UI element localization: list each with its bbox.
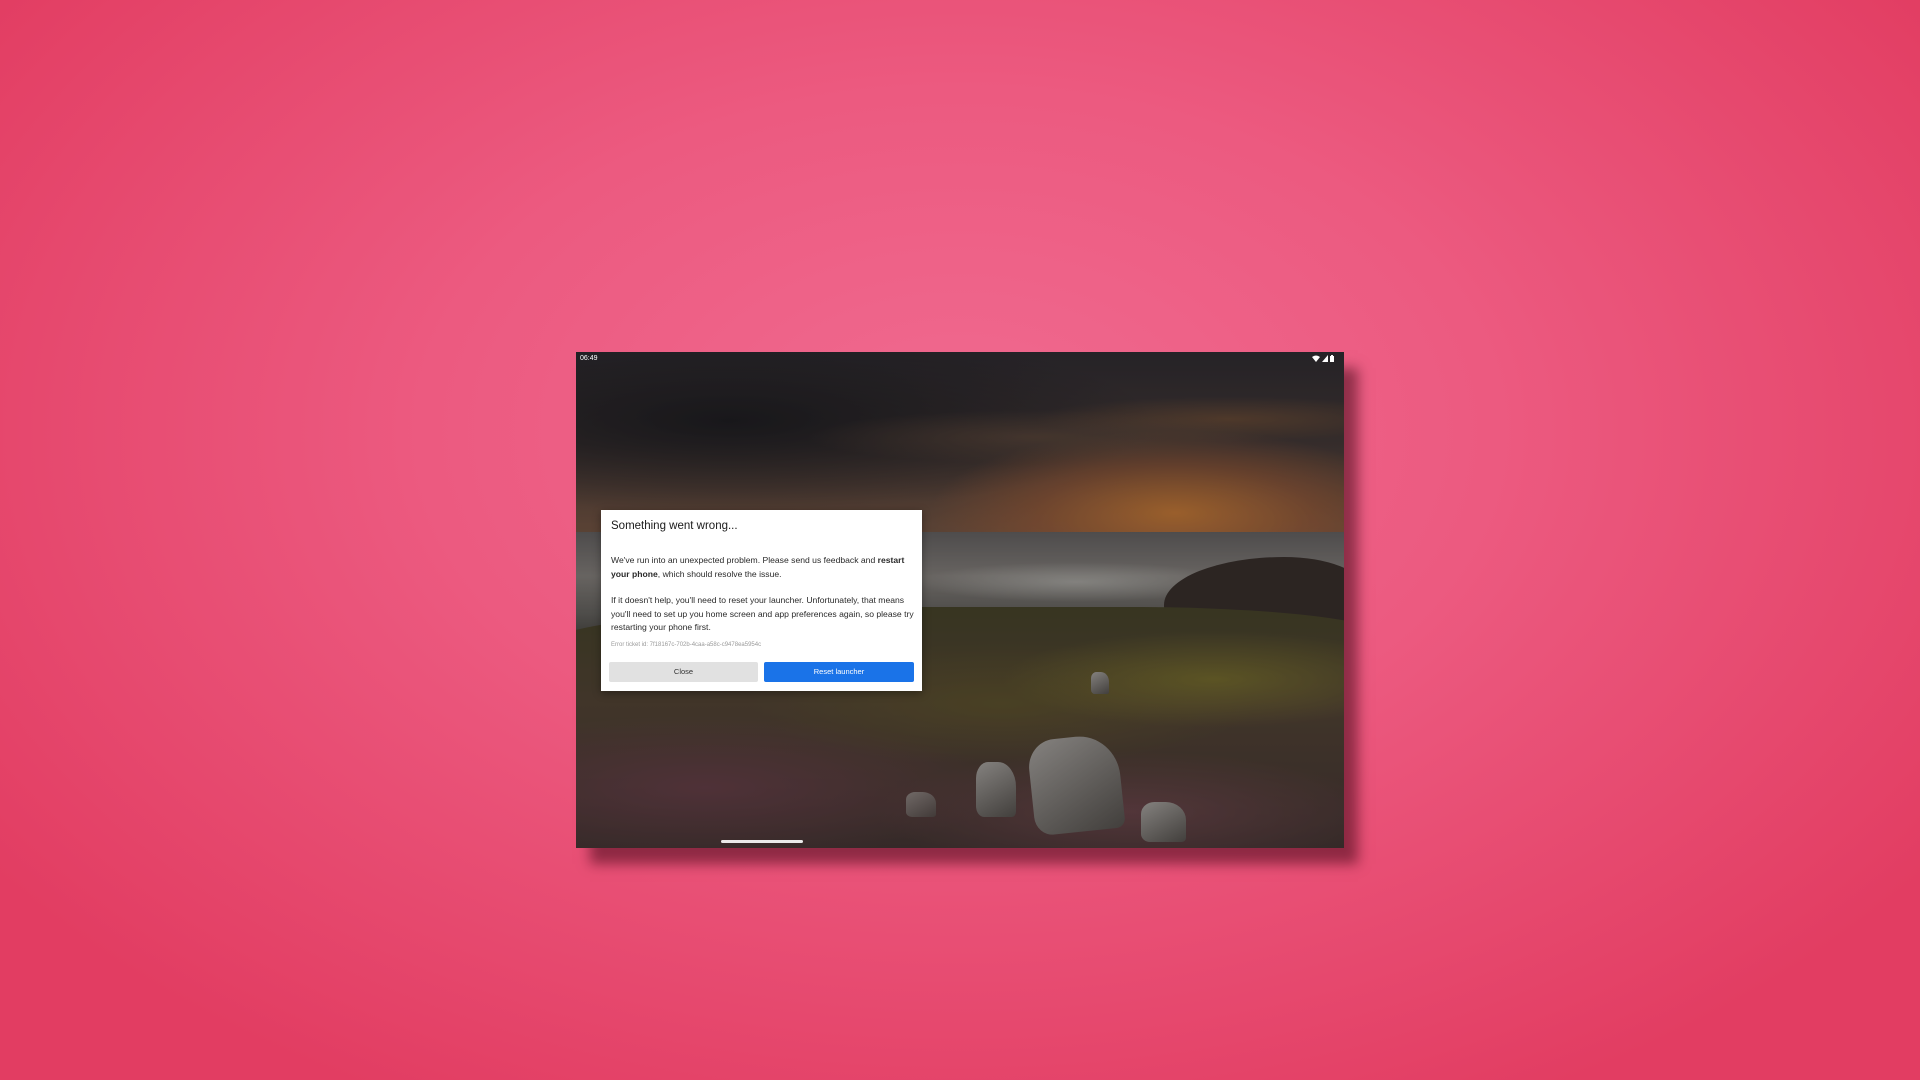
dialog-reset-explanation: If it doesn't help, you'll need to reset… — [611, 595, 914, 632]
tablet-screenshot: 06:49 Something went wrong... We've run … — [576, 352, 1344, 848]
error-dialog: Something went wrong... We've run into a… — [601, 510, 922, 691]
reset-launcher-button[interactable]: Reset launcher — [764, 662, 914, 682]
status-icons — [1312, 355, 1334, 362]
dialog-message-start: We've run into an unexpected problem. Pl… — [611, 555, 878, 565]
signal-icon — [1322, 355, 1328, 362]
dialog-message: We've run into an unexpected problem. Pl… — [611, 554, 911, 581]
close-button[interactable]: Close — [609, 662, 758, 682]
dialog-message-end: , which should resolve the issue. — [657, 568, 782, 579]
dialog-title: Something went wrong... — [611, 520, 738, 532]
battery-icon — [1330, 355, 1334, 362]
status-time: 06:49 — [580, 355, 598, 362]
status-bar: 06:49 — [576, 352, 1344, 366]
home-indicator[interactable] — [721, 840, 803, 843]
error-ticket-id: Error ticket id: 7f18167c-702b-4caa-a58c… — [611, 642, 762, 648]
wifi-icon — [1312, 355, 1320, 362]
